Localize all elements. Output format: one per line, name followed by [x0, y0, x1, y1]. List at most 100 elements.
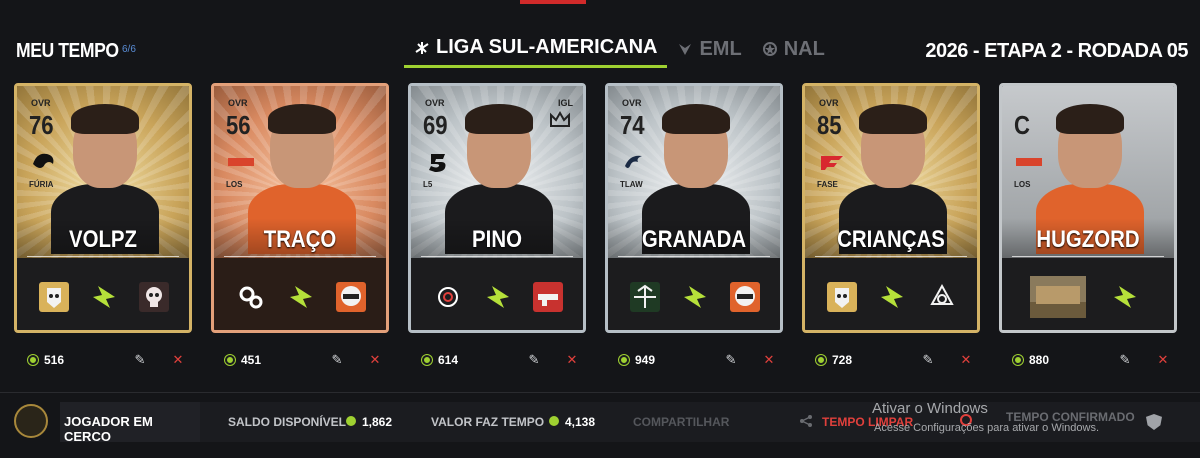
- player-name: CRIANÇAS: [837, 226, 945, 253]
- coin-icon: [346, 416, 356, 426]
- los-logo-icon: [1016, 158, 1042, 166]
- edit-icon[interactable]: ✎: [1117, 352, 1133, 368]
- player-card-volpz[interactable]: OVR 76 FÚRIA VOLPZ: [14, 83, 192, 333]
- divider: [1012, 256, 1164, 257]
- divider: [421, 256, 573, 257]
- player-card-hugzord[interactable]: C LOS HUGZORD: [999, 83, 1177, 333]
- share-button[interactable]: COMPARTILHAR: [633, 415, 729, 429]
- coin-icon: [619, 355, 629, 365]
- price-value: 451: [241, 353, 262, 367]
- edit-icon[interactable]: ✎: [132, 352, 148, 368]
- gears-icon[interactable]: [236, 282, 266, 312]
- map-thumbnail[interactable]: [1030, 276, 1086, 318]
- role-label: IGL: [558, 98, 573, 108]
- lightning-icon[interactable]: [680, 282, 710, 312]
- remove-icon[interactable]: ✕: [1155, 352, 1171, 368]
- edit-icon[interactable]: ✎: [329, 352, 345, 368]
- header: MEU TEMPO 6/6 LIGA SUL-AMERICANA EML NAL…: [0, 30, 1200, 72]
- divider: [618, 256, 770, 257]
- round-label: 2026 - ETAPA 2 - RODADA 05: [925, 40, 1188, 62]
- price-value: 880: [1029, 353, 1050, 367]
- ovr-value: 74: [620, 110, 645, 140]
- coin-icon: [816, 355, 826, 365]
- share-icon[interactable]: [799, 414, 813, 428]
- divider: [27, 256, 179, 257]
- player-name: TRAÇO: [263, 226, 337, 253]
- team-label: TLAW: [620, 180, 643, 189]
- lightning-icon[interactable]: [1110, 282, 1140, 312]
- skull-icon[interactable]: [139, 282, 169, 312]
- remove-icon[interactable]: ✕: [958, 352, 974, 368]
- liga-logo-icon: [415, 41, 429, 54]
- remove-icon[interactable]: ✕: [367, 352, 383, 368]
- helmet-icon[interactable]: [336, 282, 366, 312]
- lightning-icon[interactable]: [89, 282, 119, 312]
- price-slot: 728 ✎ ✕: [802, 348, 980, 376]
- nal-logo-icon: [762, 42, 777, 56]
- divider: [224, 256, 376, 257]
- valor-value: 4,138: [565, 415, 596, 429]
- price-row: 516 ✎ ✕ 451 ✎ ✕ 614 ✎ ✕ 949 ✎ ✕ 728 ✎ ✕ …: [14, 348, 1186, 376]
- edit-icon[interactable]: ✎: [723, 352, 739, 368]
- player-name: HUGZORD: [1036, 226, 1140, 253]
- bow-icon[interactable]: [630, 282, 660, 312]
- lightning-icon[interactable]: [286, 282, 316, 312]
- spiral-icon[interactable]: [433, 282, 463, 312]
- windows-activation-title: Ativar o Windows: [872, 400, 988, 417]
- remove-icon[interactable]: ✕: [564, 352, 580, 368]
- lightning-icon[interactable]: [877, 282, 907, 312]
- player-cards: OVR 76 FÚRIA VOLPZ OVR 56 LOS TRAÇO OVR …: [14, 83, 1186, 333]
- divider: [0, 392, 1200, 393]
- operator-mask-icon[interactable]: [827, 282, 857, 312]
- player-card-pino[interactable]: OVR 69 L5 IGL PINO: [408, 83, 586, 333]
- valor-label: VALOR FAZ TEMPO: [431, 415, 545, 429]
- price-value: 728: [832, 353, 853, 367]
- price-slot: 614 ✎ ✕: [408, 348, 586, 376]
- player-card-traco[interactable]: OVR 56 LOS TRAÇO: [211, 83, 389, 333]
- tab-eml[interactable]: EML: [667, 30, 751, 68]
- ovr-label: OVR: [31, 98, 51, 108]
- saldo-label: SALDO DISPONÍVEL: [228, 415, 347, 429]
- helmet-icon[interactable]: [730, 282, 760, 312]
- remove-icon[interactable]: ✕: [170, 352, 186, 368]
- liquid-logo-icon: [625, 155, 642, 168]
- edit-icon[interactable]: ✎: [526, 352, 542, 368]
- ovr-label: OVR: [228, 98, 248, 108]
- ovr-label: OVR: [622, 98, 642, 108]
- league-tabs: LIGA SUL-AMERICANA EML NAL: [404, 30, 835, 72]
- eml-logo-icon: [679, 44, 692, 55]
- faze-logo-icon: [821, 156, 843, 170]
- team-label: FÚRIA: [29, 180, 54, 189]
- page-title: MEU TEMPO: [16, 40, 119, 62]
- operator-mask-icon[interactable]: [39, 282, 69, 312]
- ovr-label: OVR: [425, 98, 445, 108]
- coach-badge: C: [1014, 110, 1030, 140]
- player-name: GRANADA: [641, 226, 747, 253]
- player-card-granada[interactable]: OVR 74 TLAW GRANADA: [605, 83, 783, 333]
- divider: [815, 256, 967, 257]
- windows-activation-subtitle: Acesse Configurações para ativar o Windo…: [874, 422, 1099, 434]
- tab-label: NAL: [783, 37, 825, 60]
- knot-icon[interactable]: [927, 282, 957, 312]
- coin-icon: [422, 355, 432, 365]
- featured-player-badge-icon: [14, 404, 48, 438]
- price-value: 516: [44, 353, 65, 367]
- player-card-criancas[interactable]: OVR 85 FASE CRIANÇAS: [802, 83, 980, 333]
- tab-nal[interactable]: NAL: [752, 30, 835, 68]
- gun-icon[interactable]: [533, 282, 563, 312]
- price-slot: 949 ✎ ✕: [605, 348, 783, 376]
- coin-icon: [549, 416, 559, 426]
- top-accent-line: [520, 0, 586, 4]
- edit-icon[interactable]: ✎: [920, 352, 936, 368]
- team-label: FASE: [817, 180, 838, 189]
- price-slot: 516 ✎ ✕: [14, 348, 192, 376]
- remove-icon[interactable]: ✕: [761, 352, 777, 368]
- lightning-icon[interactable]: [483, 282, 513, 312]
- tab-liga-sul-americana[interactable]: LIGA SUL-AMERICANA: [404, 30, 668, 68]
- tab-label: EML: [699, 37, 742, 60]
- tab-label: LIGA SUL-AMERICANA: [436, 36, 658, 58]
- price-slot: 880 ✎ ✕: [999, 348, 1177, 376]
- player-name: VOLPZ: [68, 226, 137, 253]
- ovr-value: 69: [423, 110, 448, 140]
- los-logo-icon: [228, 158, 254, 166]
